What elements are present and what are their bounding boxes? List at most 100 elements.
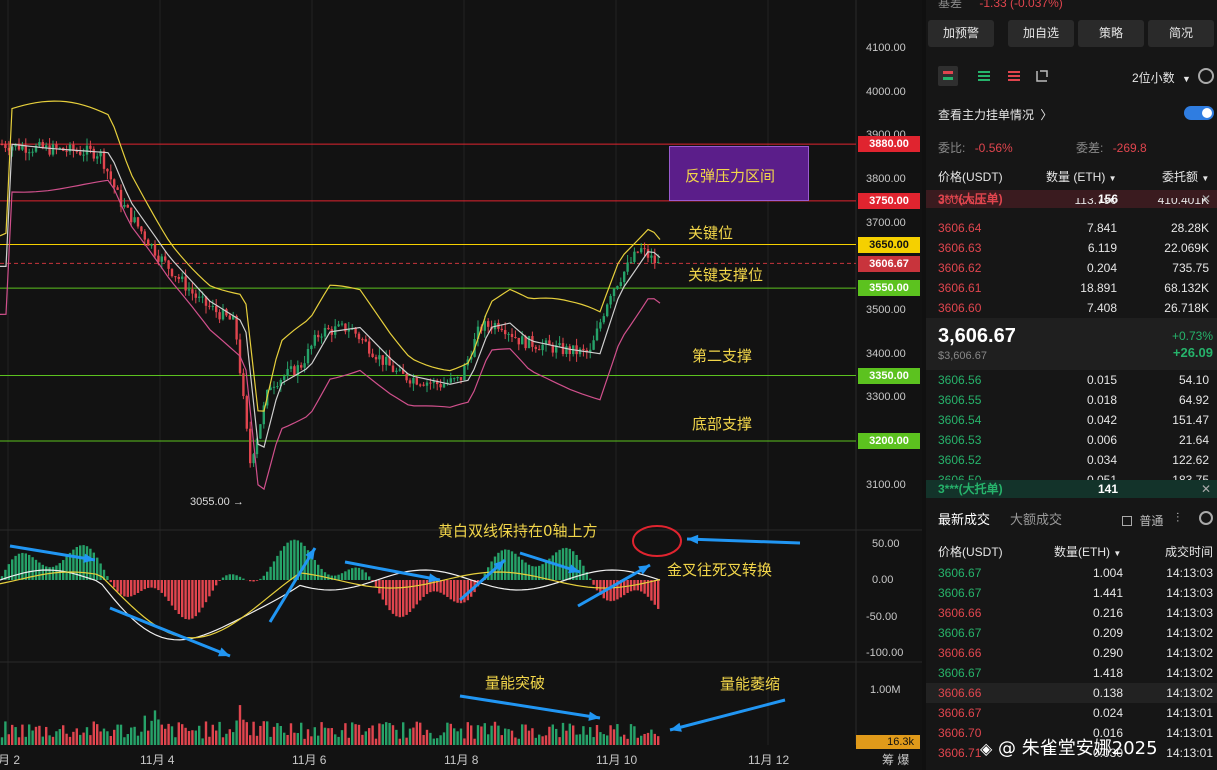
volume-bar	[55, 731, 58, 745]
volume-bar	[374, 738, 378, 745]
macd-bar	[337, 574, 340, 580]
main-orders-toggle[interactable]	[1184, 106, 1214, 120]
volume-bar	[456, 731, 459, 745]
ask-total: 26.718K	[1164, 301, 1209, 315]
candle-body	[449, 378, 452, 383]
diff-value: -269.8	[1112, 141, 1147, 155]
candle-body	[616, 286, 619, 289]
candle-body	[558, 343, 561, 346]
ask-row[interactable]: 3606.62 0.204 735.75	[926, 258, 1217, 278]
volume-bar	[592, 737, 595, 745]
bid-row[interactable]: 3606.53 0.006 21.64	[926, 430, 1217, 450]
filter-icon[interactable]: ⫶	[1176, 510, 1179, 526]
candlestick-chart[interactable]	[0, 0, 922, 770]
volume-bar	[368, 728, 371, 745]
macd-bar	[589, 578, 592, 580]
view-asks-icon[interactable]	[1004, 66, 1024, 86]
ask-total: 22.069K	[1164, 241, 1209, 255]
col-total-header[interactable]: 委托额 ▼	[1162, 168, 1209, 185]
ask-row[interactable]: 3606.63 6.119 22.069K	[926, 238, 1217, 258]
volume-bar	[24, 736, 27, 745]
big-bid-row[interactable]: 3***(大托单) 141 ✕	[926, 480, 1217, 498]
bid-row[interactable]: 3606.52 0.034 122.62	[926, 450, 1217, 470]
current-price-label: 3606.67	[858, 256, 920, 272]
trade-row: 3606.66 0.290 14:13:02	[926, 643, 1217, 663]
col-qty-header[interactable]: 数量 (ETH) ▼	[1046, 168, 1117, 185]
checkbox-icon[interactable]	[1122, 516, 1132, 526]
bid-row[interactable]: 3606.56 0.015 54.10	[926, 370, 1217, 390]
bid-price: 3606.52	[938, 453, 982, 467]
price-tick: 3400.00	[866, 347, 906, 360]
candle-body	[85, 145, 89, 155]
volume-bar	[354, 724, 357, 745]
close-icon[interactable]: ✕	[1201, 480, 1211, 498]
settings-icon[interactable]	[1199, 511, 1213, 525]
tab-large-trades[interactable]: 大额成交	[1010, 509, 1062, 528]
macd-bar	[45, 566, 48, 580]
ask-qty: 6.119	[1087, 241, 1117, 255]
macd-bar	[323, 572, 327, 580]
volume-bar	[646, 732, 650, 745]
price-tick: 3100.00	[866, 478, 906, 491]
volume-bar	[11, 724, 14, 745]
candle-body	[606, 304, 609, 317]
candle-body	[565, 346, 568, 355]
overview-button[interactable]: 简况	[1148, 20, 1214, 47]
ask-qty: 7.841	[1086, 221, 1117, 235]
volume-bar	[575, 734, 578, 745]
tab-latest-trades[interactable]: 最新成交	[938, 509, 990, 528]
strategy-button[interactable]: 策略	[1078, 20, 1144, 47]
second-support-label: 第二支撑	[692, 347, 753, 365]
ask-row[interactable]: 3606.61 18.891 68.132K	[926, 278, 1217, 298]
decimals-select[interactable]: 2位小数 ▼	[1132, 69, 1191, 86]
macd-bar	[157, 580, 160, 591]
upper-band-line	[0, 100, 661, 412]
diff-row: 委差: -269.8	[1076, 139, 1147, 156]
macd-bar	[65, 556, 68, 580]
view-both-icon[interactable]	[938, 66, 958, 86]
normal-filter[interactable]: 普通	[1122, 512, 1163, 529]
add-watchlist-button[interactable]: 加自选	[1008, 20, 1074, 47]
volume-bar	[544, 735, 548, 745]
volume-bar	[572, 725, 575, 745]
macd-bar	[249, 580, 252, 582]
depth-chart-icon[interactable]	[1032, 66, 1052, 86]
macd-bar	[442, 580, 446, 595]
ask-row[interactable]: 3606.64 7.841 28.28K	[926, 218, 1217, 238]
macd-bar	[252, 580, 255, 582]
settings-icon[interactable]	[1198, 68, 1214, 84]
trade-col-qty[interactable]: 数量(ETH) ▼	[1054, 543, 1121, 560]
candle-body	[147, 239, 150, 246]
watermark-text: @ 朱雀堂安娜2025	[998, 738, 1158, 759]
macd-bar	[402, 580, 405, 617]
ask-row[interactable]: 3606.65 113.790 410.401K	[926, 198, 1217, 210]
bid-price: 3606.53	[938, 433, 982, 447]
macd-bar	[34, 559, 38, 580]
bid-row[interactable]: 3606.55 0.018 64.92	[926, 390, 1217, 410]
macd-bar	[640, 580, 643, 592]
annotation-arrow	[459, 694, 601, 720]
bid-row[interactable]: 3606.54 0.042 151.47	[926, 410, 1217, 430]
main-orders-link[interactable]: 查看主力挂单情况 〉	[938, 106, 1052, 123]
bid-row[interactable]: 3606.50 0.051 183.75	[926, 470, 1217, 480]
candle-body	[181, 276, 184, 279]
add-alert-button[interactable]: 加预警	[928, 20, 994, 47]
macd-bar	[17, 553, 21, 580]
chart-area[interactable]: 4100.004000.003900.003800.003700.003600.…	[0, 0, 922, 770]
arrow-head	[218, 647, 230, 657]
macd-bar	[266, 571, 269, 580]
ask-row[interactable]: 3606.60 7.408 26.718K	[926, 298, 1217, 318]
view-bids-icon[interactable]	[974, 66, 994, 86]
trade-row: 3606.67 0.209 14:13:02	[926, 623, 1217, 643]
ask-price: 3606.65	[938, 198, 982, 207]
macd-bar	[228, 574, 231, 580]
volume-bar	[113, 729, 116, 745]
volume-bar	[357, 724, 361, 745]
candle-body	[582, 348, 585, 351]
volume-bar	[187, 730, 191, 745]
macd-bar	[578, 559, 582, 580]
macd-bar	[153, 580, 157, 589]
candle-body	[38, 142, 41, 146]
volume-bar	[160, 724, 163, 745]
trade-qty: 0.290	[1092, 646, 1123, 660]
